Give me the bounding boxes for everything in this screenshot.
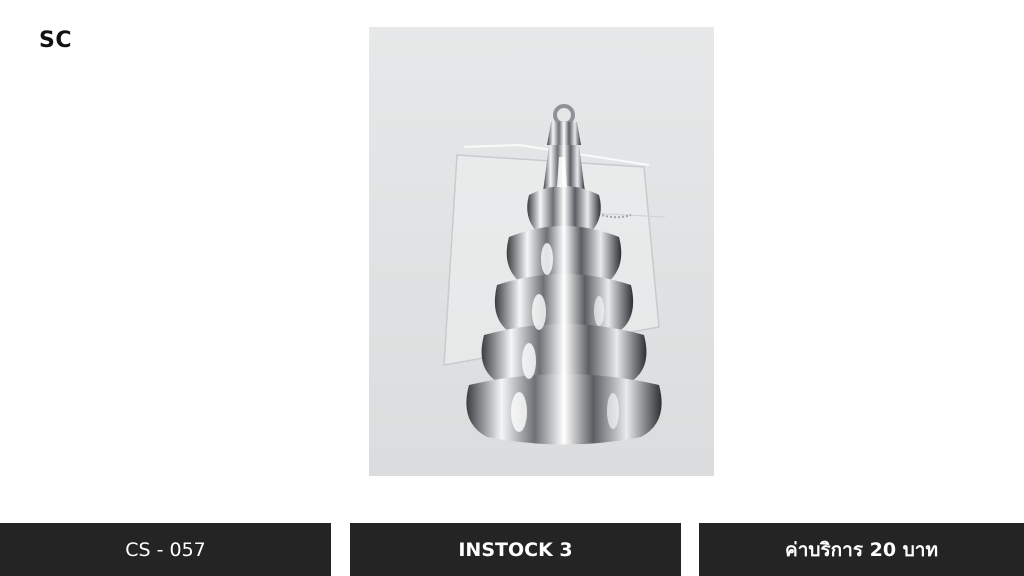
- product-card: SC CS - 057 INSTOCK 3 ค่าบริการ 20 บาท: [0, 0, 1024, 576]
- brand-logo-text: SC: [39, 28, 72, 53]
- stock-status-bar: INSTOCK 3: [350, 523, 681, 576]
- product-photo: [369, 27, 714, 476]
- service-price-bar: ค่าบริการ 20 บาท: [699, 523, 1024, 576]
- silver-tree-ornament-icon: [369, 27, 714, 476]
- product-code-bar: CS - 057: [0, 523, 331, 576]
